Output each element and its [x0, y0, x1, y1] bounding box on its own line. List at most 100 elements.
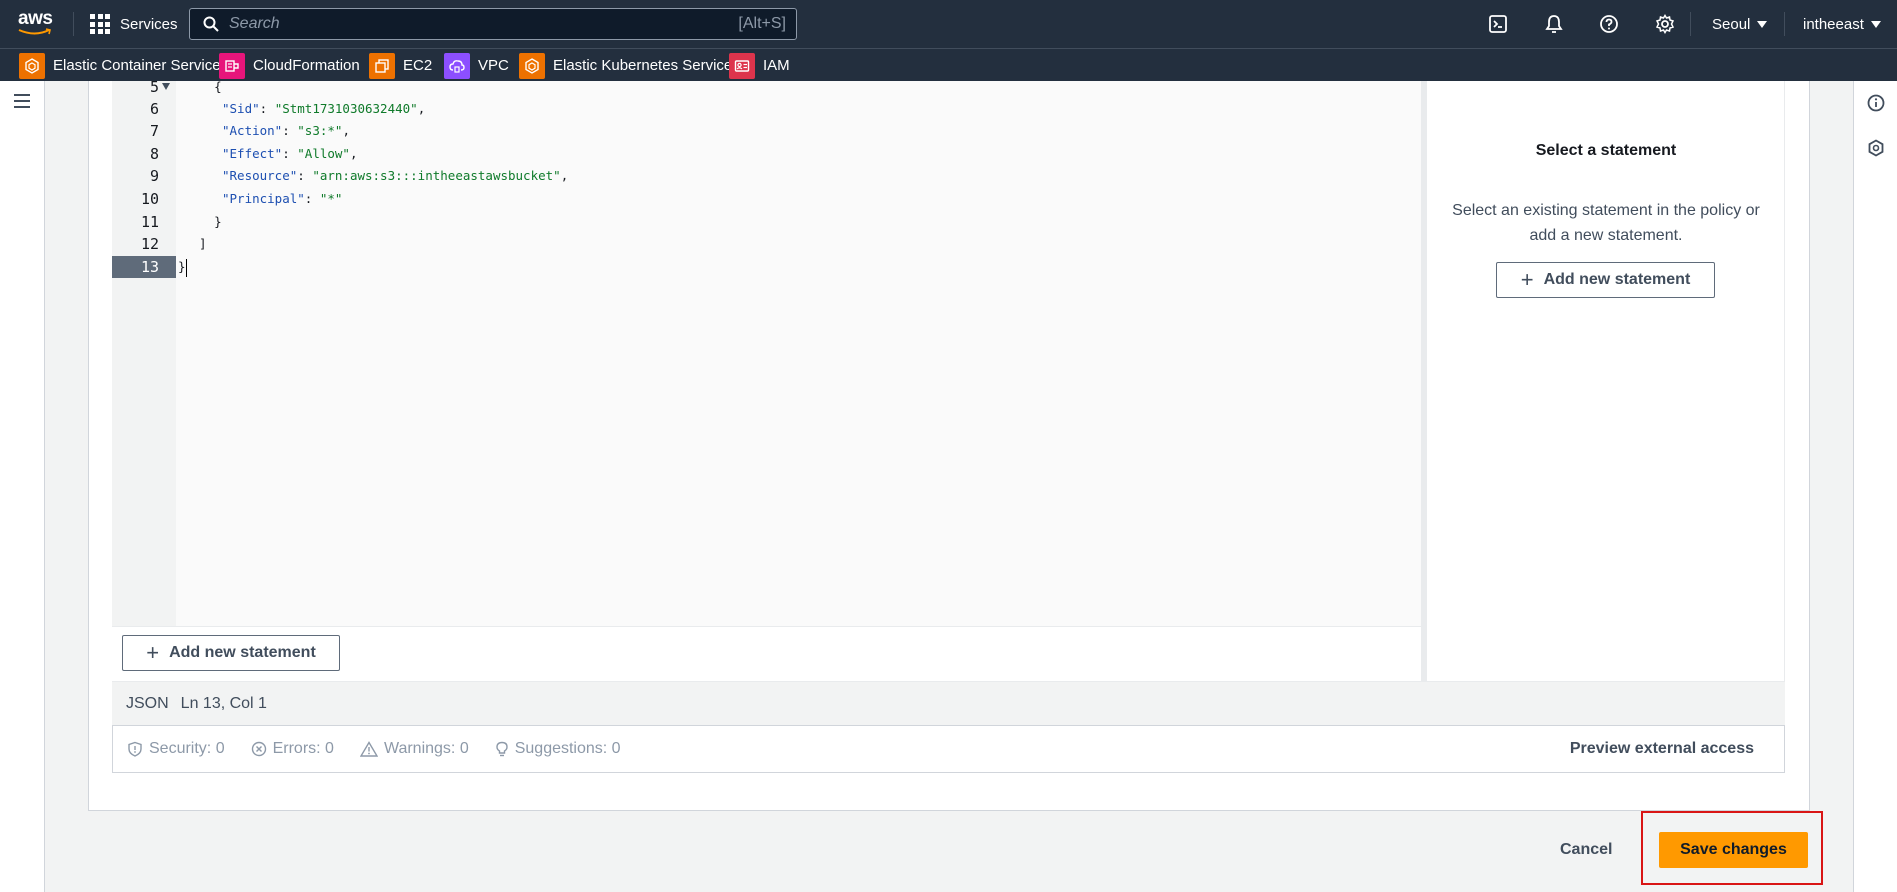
code-line: ] [184, 236, 207, 251]
aws-logo-text: aws [18, 8, 53, 29]
q-assistant-icon[interactable] [1867, 139, 1885, 157]
errors-findings[interactable]: Errors: 0 [251, 740, 334, 758]
cancel-button[interactable]: Cancel [1560, 836, 1612, 864]
divider [112, 626, 1421, 627]
line-number: 8 [149, 145, 159, 163]
ec2-icon [369, 52, 395, 79]
region-selector[interactable]: Seoul [1712, 0, 1768, 48]
json-key: "Principal" [222, 191, 305, 206]
vpc-icon [444, 52, 470, 79]
code-line: "Principal": "*" [222, 191, 343, 206]
caret-down-icon [1757, 20, 1768, 28]
code-line: "Resource": "arn:aws:s3:::intheeastawsbu… [222, 168, 569, 183]
eks-icon [519, 52, 545, 79]
json-key: "Sid" [222, 101, 260, 116]
suggestions-findings[interactable]: Suggestions: 0 [495, 740, 621, 758]
errors-count: Errors: 0 [272, 740, 334, 757]
code-line: "Action": "s3:*", [222, 123, 350, 138]
json-key: "Action" [222, 123, 283, 138]
account-label: intheeast [1803, 15, 1864, 33]
cursor-position: Ln 13, Col 1 [180, 694, 267, 712]
region-label: Seoul [1712, 15, 1751, 33]
add-new-statement-button[interactable]: + Add new statement [122, 635, 340, 671]
aws-smile-icon [18, 28, 51, 35]
cloudshell-icon[interactable] [1486, 12, 1510, 36]
json-key: "Effect" [222, 146, 283, 161]
shield-icon [128, 741, 142, 757]
search-shortcut: [Alt+S] [738, 15, 786, 32]
cloudformation-icon [219, 52, 245, 79]
account-menu[interactable]: intheeast [1803, 0, 1881, 48]
diagnostics-bar: Security: 0 Errors: 0 Warnings: 0 Sugges… [112, 725, 1785, 773]
json-value: "*" [319, 191, 343, 206]
line-number: 6 [149, 100, 159, 118]
fold-arrow-icon[interactable] [162, 83, 170, 90]
plus-icon: + [1520, 267, 1534, 292]
text-cursor [185, 258, 187, 277]
suggestions-count: Suggestions: 0 [514, 740, 621, 757]
warnings-findings[interactable]: Warnings: 0 [359, 740, 469, 758]
json-value: "Stmt1731030632440" [274, 101, 418, 116]
security-findings[interactable]: Security: 0 [127, 740, 225, 758]
favorite-cloudformation-label: CloudFormation [253, 57, 360, 74]
info-icon[interactable] [1867, 94, 1885, 112]
warning-triangle-icon [359, 741, 378, 757]
right-tools-rail [1853, 81, 1897, 892]
services-grid-icon [90, 14, 110, 34]
favorite-ec2[interactable]: EC2 [369, 52, 432, 79]
favorites-bar: Elastic Container Service CloudFormation… [0, 48, 1897, 81]
notifications-bell-icon[interactable] [1542, 12, 1566, 36]
services-menu-button[interactable]: Services [90, 0, 178, 48]
ecs-icon [19, 52, 45, 79]
line-number: 12 [140, 235, 159, 253]
line-number: 9 [149, 167, 159, 185]
iam-icon [729, 52, 755, 79]
search-placeholder: Search [229, 15, 280, 32]
left-navigation-rail [0, 81, 45, 892]
security-count: Security: 0 [149, 740, 225, 757]
save-changes-button[interactable]: Save changes [1659, 832, 1808, 868]
line-number: 11 [140, 213, 159, 231]
favorite-ec2-label: EC2 [403, 57, 433, 74]
menu-hamburger-icon[interactable] [14, 94, 30, 108]
settings-gear-icon[interactable] [1653, 12, 1677, 36]
favorite-eks-label: Elastic Kubernetes Service [553, 57, 733, 74]
search-input[interactable]: Search [Alt+S] [189, 8, 797, 40]
json-key: "Resource" [222, 168, 298, 183]
top-navigation: aws Services Search [Alt+S] Seoul inthee… [0, 0, 1897, 48]
active-line-number: 13 [112, 256, 176, 278]
favorite-ecs-label: Elastic Container Service [53, 57, 221, 74]
side-panel-title: Select a statement [1535, 142, 1677, 159]
nav-divider [1784, 12, 1785, 36]
line-number: 10 [140, 190, 159, 208]
json-value: "s3:*" [297, 123, 343, 138]
favorite-vpc-label: VPC [478, 57, 509, 74]
code-line: "Sid": "Stmt1731030632440", [222, 101, 426, 116]
side-add-new-statement-button[interactable]: + Add new statement [1496, 262, 1715, 298]
json-value: "Allow" [297, 146, 350, 161]
preview-external-access-button[interactable]: Preview external access [1570, 740, 1754, 758]
search-icon [203, 16, 219, 32]
side-panel-description: Select an existing statement in the poli… [1452, 202, 1760, 244]
favorite-eks[interactable]: Elastic Kubernetes Service [519, 52, 732, 79]
favorite-vpc[interactable]: VPC [444, 52, 509, 79]
code-text: } [178, 259, 186, 274]
favorite-ecs[interactable]: Elastic Container Service [19, 52, 221, 79]
caret-down-icon [1870, 20, 1881, 28]
error-circle-icon [251, 741, 266, 757]
lightbulb-icon [496, 741, 508, 757]
statement-side-panel [1427, 81, 1785, 681]
side-add-new-statement-label: Add new statement [1543, 271, 1691, 288]
code-line: } [184, 214, 222, 229]
nav-divider [73, 12, 74, 36]
services-label: Services [120, 15, 178, 33]
help-icon[interactable] [1597, 12, 1621, 36]
editor-status-bar: JSON Ln 13, Col 1 [112, 681, 1785, 725]
add-new-statement-label: Add new statement [169, 644, 316, 661]
favorite-cloudformation[interactable]: CloudFormation [219, 52, 360, 79]
code-line: "Effect": "Allow", [222, 146, 358, 161]
favorite-iam[interactable]: IAM [729, 52, 790, 79]
json-value: "arn:aws:s3:::intheeastawsbucket" [312, 168, 561, 183]
aws-logo[interactable]: aws [18, 8, 58, 38]
favorite-iam-label: IAM [763, 57, 790, 74]
